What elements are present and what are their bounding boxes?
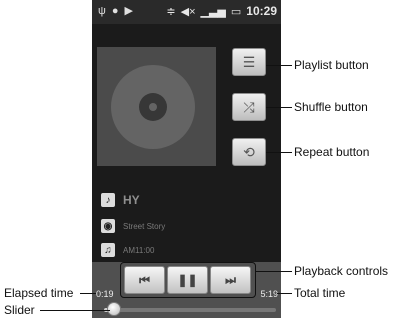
status-bar-left: ψ ● ▶ [98,4,133,18]
callout-elapsed-time: Elapsed time [4,286,74,300]
callout-slider: Slider [4,303,35,317]
callout-playback: Playback controls [294,264,389,278]
callout-line-repeat [266,152,292,153]
playback-controls-outline [120,262,256,298]
microphone-icon: ♪ [101,193,115,207]
album-icon: ◉ [101,219,115,233]
repeat-button[interactable]: ⟲ [232,138,266,166]
playlist-icon: ☰ [242,53,256,70]
android-icon: ● [111,4,119,17]
callout-line-playback [256,271,292,272]
artist-row: ♪ HY [101,193,140,207]
callout-repeat: Repeat button [294,145,370,159]
playlist-button[interactable]: ☰ [232,48,266,76]
wifi-icon: ≑ [166,5,176,18]
shuffle-icon: ⤮ [243,98,255,115]
cd-disc-icon [111,65,195,149]
callout-total-time: Total time [294,286,346,300]
status-bar-right: ≑ ◀× ▁▃▅ ▭ 10:29 [166,4,277,18]
shuffle-button[interactable]: ⤮ [232,93,266,121]
album-row: ◉ Street Story [101,219,165,233]
callout-line-elapsed-time [80,293,96,294]
total-time: 5:19 [260,289,278,299]
mute-icon: ◀× [180,5,196,18]
battery-icon: ▭ [230,5,242,18]
callout-playlist: Playlist button [294,58,369,72]
signal-icon: ▁▃▅ [200,5,226,18]
status-bar: ψ ● ▶ ≑ ◀× ▁▃▅ ▭ 10:29 [92,0,281,24]
callout-line-shuffle [266,107,292,108]
callout-line-total-time [277,293,292,294]
callout-line-slider [40,310,110,311]
status-clock: 10:29 [246,4,277,18]
album-name: Street Story [123,221,166,231]
music-note-icon: ♫ [101,243,115,257]
callout-shuffle: Shuffle button [294,100,368,114]
song-row: ♫ AM11:00 [101,243,154,257]
repeat-icon: ⟲ [243,143,255,160]
seek-slider[interactable] [104,308,276,312]
album-art [97,47,216,166]
artist-name: HY [123,193,140,207]
play-icon: ▶ [124,5,133,17]
elapsed-time: 0:19 [96,289,114,299]
song-title: AM11:00 [123,245,155,255]
usb-icon: ψ [98,4,106,17]
callout-line-playlist [266,65,292,66]
